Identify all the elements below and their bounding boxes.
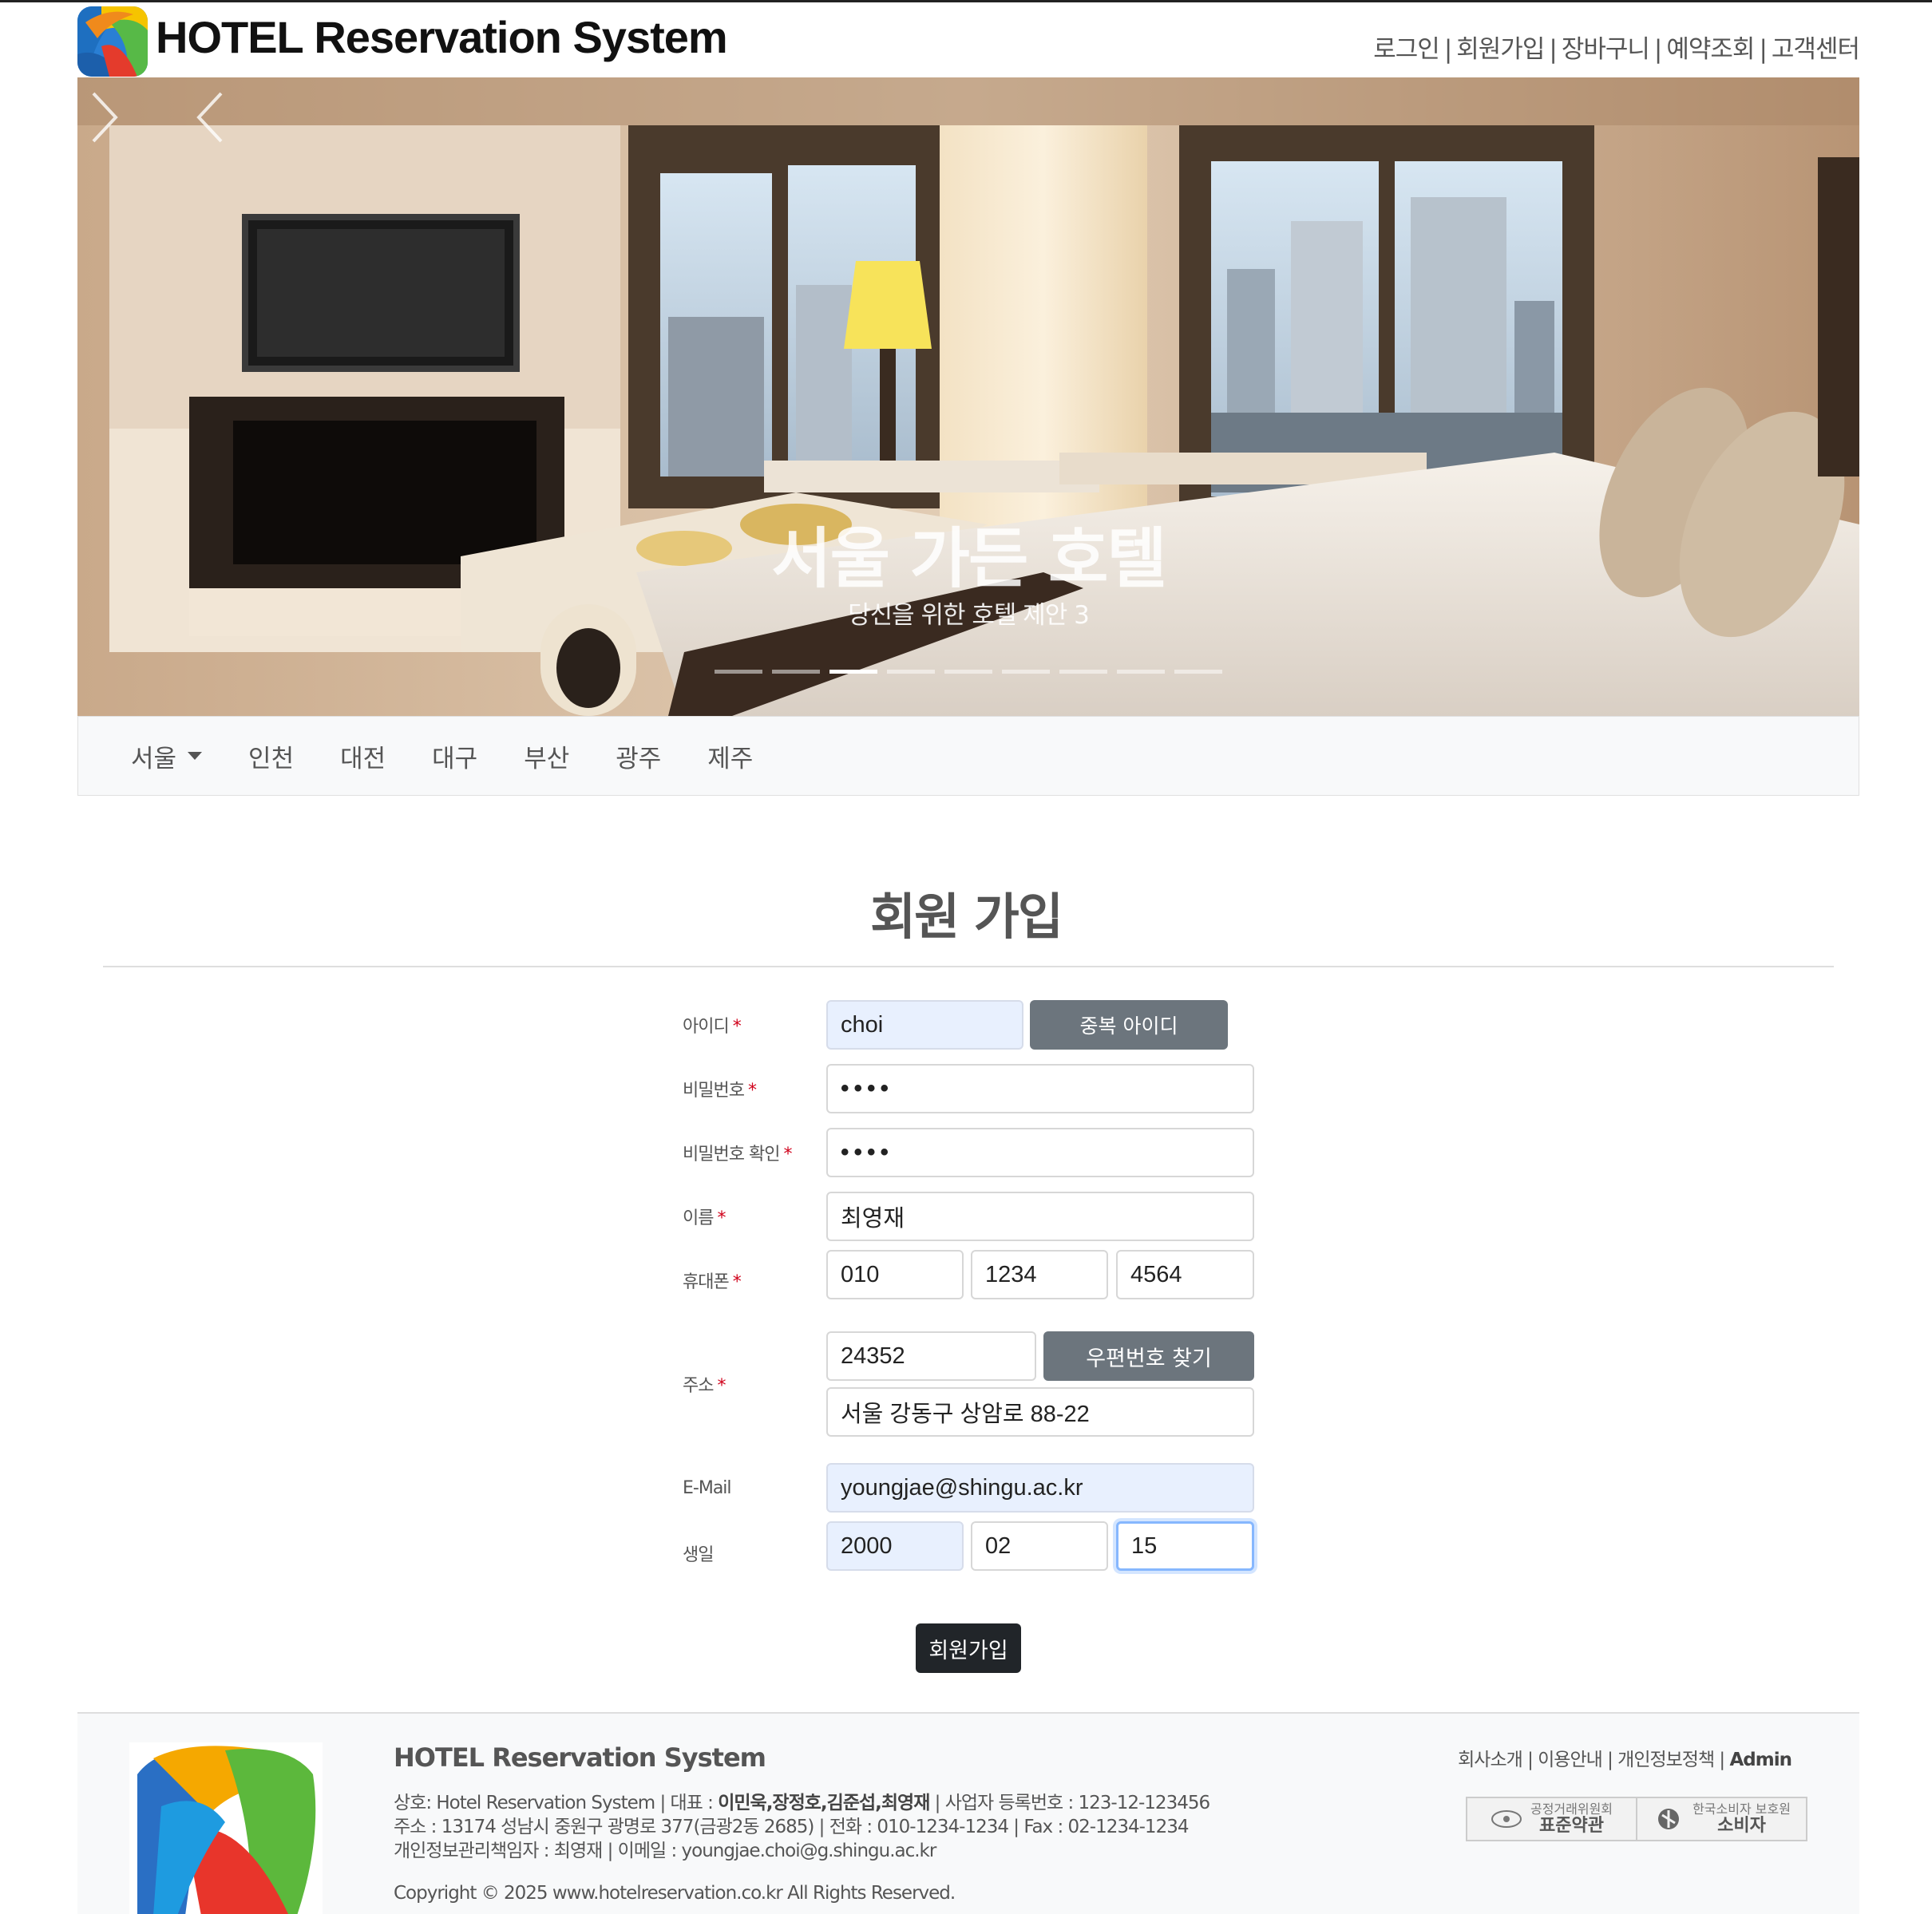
city-gwangju[interactable]: 광주 xyxy=(616,738,661,774)
birth-day-input[interactable]: 15 xyxy=(1116,1521,1254,1571)
certification-badges: 공정거래위원회 표준약관 한국소비자 보호원 소비자 xyxy=(1466,1797,1807,1841)
fair-trade-badge: 공정거래위원회 표준약관 xyxy=(1467,1798,1636,1840)
carousel-indicator[interactable] xyxy=(772,670,820,674)
footer-admin-link[interactable]: Admin xyxy=(1730,1750,1792,1770)
required-mark: * xyxy=(747,1081,757,1101)
hero-title: 서울 가든 호텔 xyxy=(771,521,1167,597)
email-input[interactable]: youngjae@shingu.ac.kr xyxy=(826,1463,1254,1513)
footer-logo xyxy=(129,1742,323,1914)
city-label: 서울 xyxy=(131,744,177,773)
city-nav: 서울 인천 대전 대구 부산 광주 제주 xyxy=(77,716,1859,796)
carousel-indicator[interactable] xyxy=(1059,670,1107,674)
id-label: 아이디 * xyxy=(683,1017,742,1037)
phone-middle-input[interactable]: 1234 xyxy=(971,1250,1108,1299)
site-header: HOTEL Reservation System 로그인 | 회원가입 | 장바구니 | 예… xyxy=(77,3,1860,77)
page-title: 회원 가입 xyxy=(870,888,1063,946)
hero-subtitle: 당신을 위한 호텔 제안 3 xyxy=(848,601,1090,630)
check-duplicate-id-button[interactable]: 중복 아이디 xyxy=(1030,1000,1228,1050)
footer-privacy-link[interactable]: 개인정보정책 xyxy=(1617,1750,1715,1770)
nav-separator: | xyxy=(1443,35,1453,64)
carousel-indicator[interactable] xyxy=(1117,670,1165,674)
top-border xyxy=(0,0,1932,2)
top-nav: 로그인 | 회원가입 | 장바구니 | 예약조회 | 고객센터 xyxy=(1373,29,1860,65)
password-confirm-label: 비밀번호 확인 * xyxy=(683,1145,792,1165)
city-busan[interactable]: 부산 xyxy=(524,738,569,774)
hero-carousel: 서울 가든 호텔 당신을 위한 호텔 제안 3 xyxy=(77,77,1859,716)
consumer-agency-badge: 한국소비자 보호원 소비자 xyxy=(1636,1798,1806,1840)
name-label: 이름 * xyxy=(683,1208,726,1228)
consumer-agency-emblem-icon xyxy=(1658,1809,1680,1829)
site-logo[interactable] xyxy=(77,6,148,77)
nav-separator: | xyxy=(1653,35,1663,64)
footer-brand: HOTEL Reservation System xyxy=(394,1742,766,1773)
city-jeju[interactable]: 제주 xyxy=(707,738,753,774)
birth-year-input[interactable]: 2000 xyxy=(826,1521,964,1571)
city-daegu[interactable]: 대구 xyxy=(432,738,477,774)
footer-links: 회사소개 | 이용안내 | 개인정보정책 | Admin xyxy=(1458,1750,1792,1770)
zipcode-input[interactable]: 24352 xyxy=(826,1331,1036,1381)
carousel-indicator[interactable] xyxy=(887,670,935,674)
phone-last-input[interactable]: 4564 xyxy=(1116,1250,1254,1299)
signup-submit-button[interactable]: 회원가입 xyxy=(916,1623,1021,1673)
nav-customer-center-link[interactable]: 고객센터 xyxy=(1772,35,1860,64)
city-seoul-dropdown[interactable]: 서울 xyxy=(131,738,203,774)
caret-down-icon xyxy=(188,752,203,760)
required-mark: * xyxy=(717,1208,726,1228)
footer-privacy-officer: 개인정보관리책임자 : 최영재 | 이메일 : youngjae.choi@g.… xyxy=(394,1841,936,1861)
phone-label: 휴대폰 * xyxy=(683,1272,742,1292)
password-label: 비밀번호 * xyxy=(683,1081,757,1101)
carousel-next-icon[interactable] xyxy=(77,77,125,157)
carousel-indicator[interactable] xyxy=(1002,670,1050,674)
city-incheon[interactable]: 인천 xyxy=(248,738,294,774)
carousel-indicators xyxy=(77,670,1859,674)
required-mark: * xyxy=(732,1272,742,1292)
footer-guide-link[interactable]: 이용안내 xyxy=(1538,1750,1603,1770)
name-input[interactable]: 최영재 xyxy=(826,1192,1254,1241)
site-footer: HOTEL Reservation System 상호: Hotel Reser… xyxy=(77,1712,1859,1914)
footer-company-info: 상호: Hotel Reservation System | 대표 : 이민욱,… xyxy=(394,1793,1210,1813)
divider xyxy=(103,966,1834,967)
carousel-indicator-active[interactable] xyxy=(829,670,877,674)
nav-separator: | xyxy=(1549,35,1558,64)
fair-trade-emblem-icon xyxy=(1491,1810,1522,1828)
footer-copyright: Copyright © 2025 www.hotelreservation.co… xyxy=(394,1883,956,1904)
required-mark: * xyxy=(783,1145,792,1165)
footer-address: 주소 : 13174 성남시 중원구 광명로 377(금광2동 2685) | … xyxy=(394,1817,1189,1837)
nav-separator: | xyxy=(1759,35,1768,64)
carousel-prev-icon[interactable] xyxy=(189,77,237,157)
carousel-indicator[interactable] xyxy=(1174,670,1222,674)
brand-title: HOTEL Reservation System xyxy=(156,12,728,62)
required-mark: * xyxy=(717,1376,726,1396)
find-zipcode-button[interactable]: 우편번호 찾기 xyxy=(1043,1331,1254,1381)
city-daejeon[interactable]: 대전 xyxy=(340,738,386,774)
footer-about-link[interactable]: 회사소개 xyxy=(1458,1750,1523,1770)
password-input[interactable]: •••• xyxy=(826,1064,1254,1113)
email-label: E-Mail xyxy=(683,1478,732,1498)
birthday-label: 생일 xyxy=(683,1545,714,1565)
carousel-indicator[interactable] xyxy=(944,670,992,674)
nav-login-link[interactable]: 로그인 xyxy=(1373,35,1440,64)
address-label: 주소 * xyxy=(683,1376,726,1396)
carousel-indicator[interactable] xyxy=(715,670,762,674)
birth-month-input[interactable]: 02 xyxy=(971,1521,1108,1571)
address-input[interactable]: 서울 강동구 상암로 88-22 xyxy=(826,1387,1254,1437)
nav-reservation-lookup-link[interactable]: 예약조회 xyxy=(1666,35,1755,64)
password-confirm-input[interactable]: •••• xyxy=(826,1128,1254,1177)
nav-cart-link[interactable]: 장바구니 xyxy=(1562,35,1650,64)
required-mark: * xyxy=(732,1017,742,1037)
nav-signup-link[interactable]: 회원가입 xyxy=(1456,35,1545,64)
id-input[interactable]: choi xyxy=(826,1000,1023,1050)
phone-prefix-input[interactable]: 010 xyxy=(826,1250,964,1299)
